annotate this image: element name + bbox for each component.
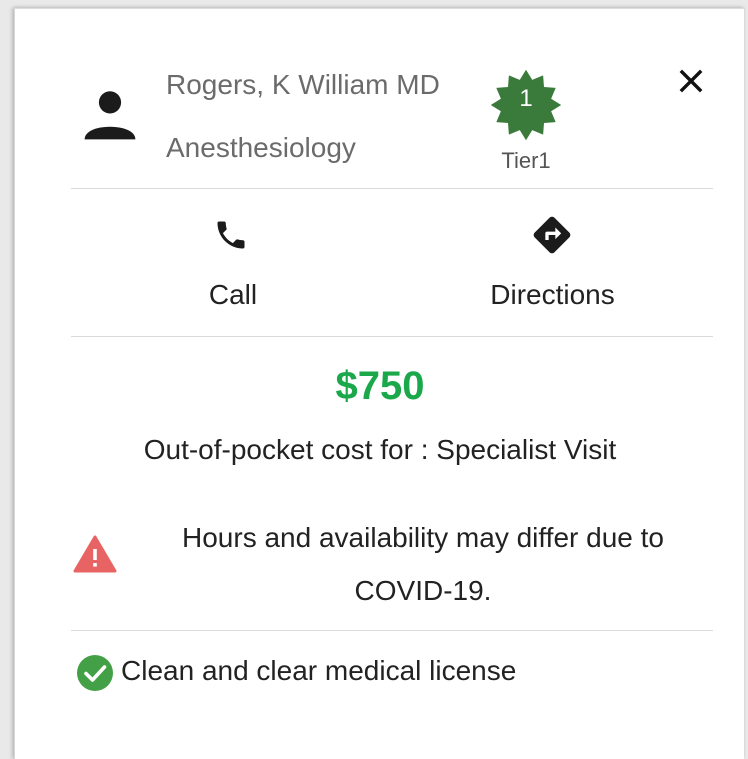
provider-specialty: Anesthesiology: [166, 132, 356, 163]
divider-bottom: [71, 630, 713, 631]
cost-amount: $750: [335, 364, 425, 408]
close-icon[interactable]: [667, 57, 715, 105]
call-label: Call: [208, 279, 258, 310]
check-circle-icon: [77, 655, 113, 691]
provider-card: Rogers, K William MD Anesthesiology 1 Ti…: [14, 8, 744, 759]
divider-top: [71, 188, 713, 189]
directions-button[interactable]: Directions: [470, 209, 635, 319]
directions-icon: [533, 216, 571, 254]
cost-description: Out-of-pocket cost for : Specialist Visi…: [143, 434, 617, 465]
person-icon: [84, 91, 136, 140]
covid-notice: Hours and availability may differ due to…: [182, 522, 664, 606]
call-button[interactable]: Call: [163, 209, 303, 319]
warning-icon: [73, 535, 117, 573]
license-status: Clean and clear medical license: [121, 655, 517, 686]
tier-label: Tier1: [501, 148, 551, 173]
tier-number: 1: [519, 85, 533, 112]
directions-label: Directions: [490, 279, 615, 310]
provider-name: Rogers, K William MD: [166, 69, 440, 100]
phone-icon: [217, 221, 245, 249]
divider-middle: [71, 336, 713, 337]
